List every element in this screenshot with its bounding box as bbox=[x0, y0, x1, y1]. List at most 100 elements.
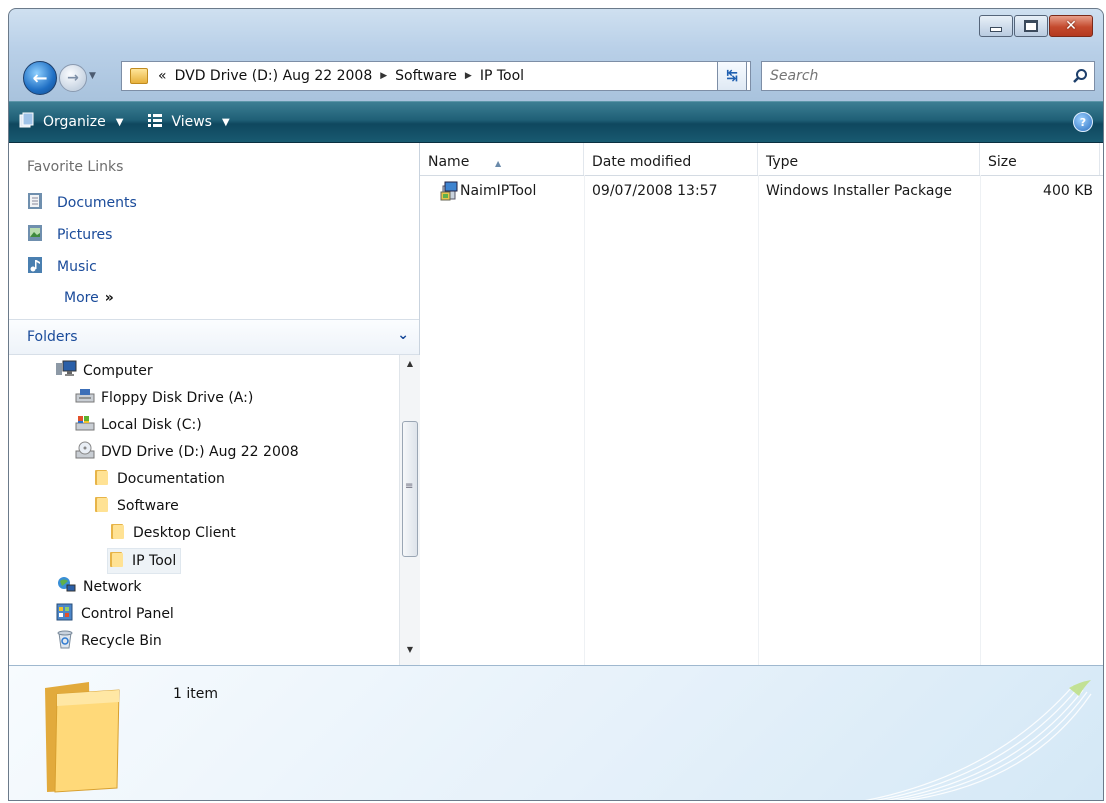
folder-icon bbox=[109, 522, 127, 544]
favorite-link-music[interactable]: Music bbox=[27, 256, 97, 278]
address-bar[interactable]: « DVD Drive (D:) Aug 22 2008 ▶ Software … bbox=[121, 61, 751, 91]
file-name: NaimIPTool bbox=[460, 183, 537, 199]
recycle-bin-icon bbox=[55, 629, 75, 653]
forward-button[interactable]: → bbox=[59, 64, 87, 92]
sort-ascending-icon: ▲ bbox=[495, 159, 502, 168]
local-disk-icon bbox=[75, 415, 95, 435]
organize-label: Organize bbox=[43, 114, 106, 130]
network-icon bbox=[55, 576, 77, 598]
file-type: Windows Installer Package bbox=[766, 183, 952, 199]
close-button[interactable]: ✕ bbox=[1049, 15, 1093, 37]
breadcrumb-ip-tool[interactable]: IP Tool bbox=[480, 68, 524, 84]
file-list-pane: Name ▲ Date modified Type Size NaimIPToo… bbox=[420, 143, 1103, 665]
music-icon bbox=[27, 256, 43, 278]
tree-item-label: Network bbox=[83, 579, 142, 595]
folders-header[interactable]: Folders ⌄ bbox=[9, 319, 419, 355]
chevron-down-icon: ▼ bbox=[221, 116, 230, 128]
help-button[interactable]: ? bbox=[1073, 112, 1093, 132]
decorative-swoosh-icon bbox=[864, 680, 1092, 800]
tree-item-network[interactable]: Network bbox=[55, 575, 141, 599]
recent-pages-dropdown[interactable]: ▼ bbox=[89, 71, 96, 81]
tree-item-software[interactable]: Software bbox=[93, 494, 179, 518]
file-date-modified: 09/07/2008 13:57 bbox=[592, 183, 718, 199]
favorite-link-documents[interactable]: Documents bbox=[27, 192, 137, 214]
file-size: 400 KB bbox=[1043, 183, 1093, 199]
breadcrumb-software[interactable]: Software bbox=[395, 68, 457, 84]
favorite-link-label: Pictures bbox=[57, 227, 113, 243]
tree-item-desktop-client[interactable]: Desktop Client bbox=[109, 521, 236, 545]
tree-item-label: Local Disk (C:) bbox=[101, 417, 202, 433]
folder-icon bbox=[130, 68, 148, 84]
breadcrumb-dvd-drive[interactable]: DVD Drive (D:) Aug 22 2008 bbox=[175, 68, 373, 84]
scroll-up-arrow-icon[interactable]: ▲ bbox=[400, 359, 420, 377]
tree-item-documentation[interactable]: Documentation bbox=[93, 467, 225, 491]
tree-item-local-disk[interactable]: Local Disk (C:) bbox=[75, 413, 202, 437]
tree-item-recycle-bin[interactable]: Recycle Bin bbox=[55, 629, 162, 653]
column-header-size[interactable]: Size bbox=[980, 143, 1100, 175]
organize-button[interactable]: Organize ▼ bbox=[19, 112, 123, 132]
search-input[interactable] bbox=[762, 67, 1066, 85]
tree-item-label: Floppy Disk Drive (A:) bbox=[101, 390, 254, 406]
column-header-label: Type bbox=[766, 154, 799, 170]
close-icon: ✕ bbox=[1065, 18, 1077, 34]
tree-item-label: IP Tool bbox=[132, 553, 177, 569]
tree-item-dvd-drive[interactable]: DVD Drive (D:) Aug 22 2008 bbox=[75, 440, 299, 464]
scroll-down-arrow-icon[interactable]: ▼ bbox=[400, 645, 420, 663]
floppy-drive-icon bbox=[75, 388, 95, 408]
column-header-type[interactable]: Type bbox=[758, 143, 980, 175]
title-bar[interactable]: ✕ bbox=[9, 9, 1103, 49]
breadcrumb-separator-icon[interactable]: ▶ bbox=[380, 71, 387, 81]
control-panel-icon bbox=[55, 603, 75, 625]
tree-item-label: Desktop Client bbox=[133, 525, 236, 541]
breadcrumb-separator-icon[interactable]: ▶ bbox=[465, 71, 472, 81]
chevron-down-icon[interactable]: ⌄ bbox=[397, 327, 409, 343]
back-button[interactable]: ← bbox=[23, 61, 57, 95]
column-divider bbox=[980, 175, 981, 665]
column-header-label: Size bbox=[988, 154, 1017, 170]
more-label: More bbox=[64, 290, 99, 306]
maximize-button[interactable] bbox=[1014, 15, 1048, 37]
folder-tree: Computer Floppy Disk Drive (A:) Local Di… bbox=[9, 355, 397, 665]
views-icon bbox=[147, 112, 163, 132]
favorite-link-label: Music bbox=[57, 259, 97, 275]
help-icon: ? bbox=[1079, 115, 1087, 129]
tree-item-label: DVD Drive (D:) Aug 22 2008 bbox=[101, 444, 299, 460]
more-favorites-link[interactable]: More » bbox=[64, 290, 114, 306]
tree-item-control-panel[interactable]: Control Panel bbox=[55, 602, 174, 626]
double-chevron-right-icon: » bbox=[104, 290, 114, 306]
minimize-button[interactable] bbox=[979, 15, 1013, 37]
dvd-drive-icon bbox=[75, 441, 95, 463]
views-label: Views bbox=[171, 114, 212, 130]
folder-icon bbox=[108, 550, 126, 572]
search-box bbox=[761, 61, 1095, 91]
tree-item-label: Documentation bbox=[117, 471, 225, 487]
tree-item-label: Computer bbox=[83, 363, 153, 379]
folder-tree-scrollbar[interactable]: ▲ ≡ ▼ bbox=[399, 355, 420, 665]
folders-heading: Folders bbox=[27, 329, 78, 345]
explorer-window: ✕ ← → ▼ « DVD Drive (D:) Aug 22 2008 ▶ S… bbox=[8, 8, 1104, 801]
scrollbar-grip-icon: ≡ bbox=[405, 481, 414, 492]
column-header-label: Name bbox=[428, 154, 470, 170]
column-header-name[interactable]: Name ▲ bbox=[420, 143, 584, 175]
pictures-icon bbox=[27, 224, 43, 246]
favorite-links-heading: Favorite Links bbox=[27, 159, 124, 175]
views-button[interactable]: Views ▼ bbox=[147, 112, 230, 132]
column-header-date-modified[interactable]: Date modified bbox=[584, 143, 758, 175]
tree-item-computer[interactable]: Computer bbox=[55, 359, 153, 383]
column-header-label: Date modified bbox=[592, 154, 692, 170]
tree-item-floppy[interactable]: Floppy Disk Drive (A:) bbox=[75, 386, 253, 410]
table-row[interactable]: NaimIPTool 09/07/2008 13:57 Windows Inst… bbox=[420, 179, 1103, 207]
navigation-pane: Favorite Links Documents Pictures Music … bbox=[9, 143, 420, 665]
item-count: 1 item bbox=[173, 686, 218, 702]
tree-item-label: Software bbox=[117, 498, 179, 514]
favorite-link-label: Documents bbox=[57, 195, 137, 211]
breadcrumb-overflow[interactable]: « bbox=[158, 68, 167, 84]
folder-icon bbox=[37, 680, 127, 799]
favorite-link-pictures[interactable]: Pictures bbox=[27, 224, 112, 246]
column-divider bbox=[758, 175, 759, 665]
tree-item-ip-tool[interactable]: IP Tool bbox=[107, 548, 182, 574]
search-icon[interactable] bbox=[1066, 68, 1094, 84]
installer-package-icon bbox=[440, 181, 460, 205]
arrow-left-icon: ← bbox=[32, 67, 48, 89]
refresh-button[interactable]: ↹ bbox=[717, 61, 747, 91]
